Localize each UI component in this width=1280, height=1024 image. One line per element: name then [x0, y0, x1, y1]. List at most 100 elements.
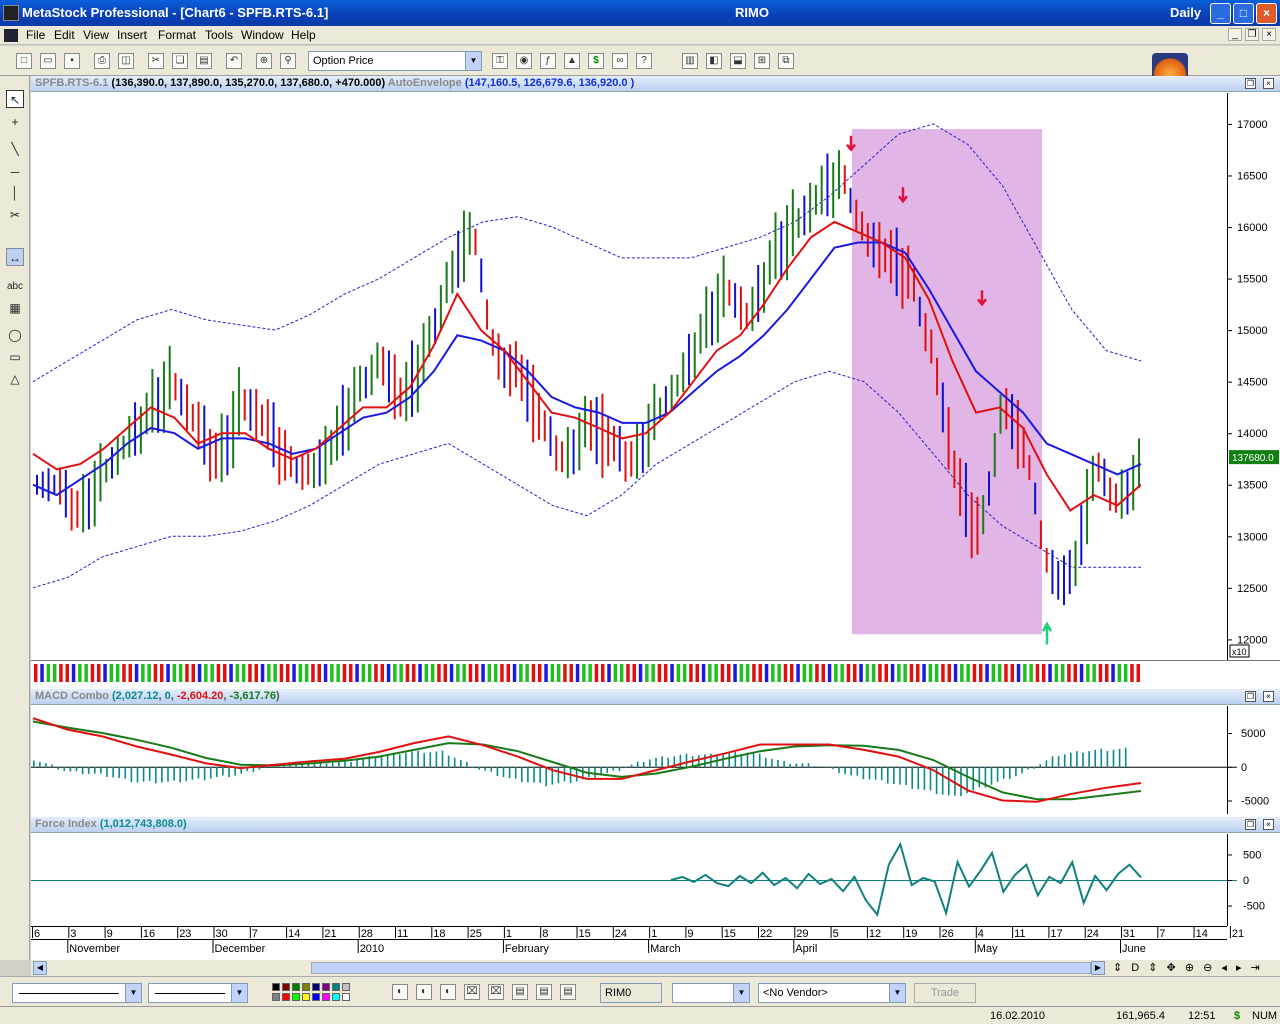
macd-restore-icon[interactable]: ❐: [1245, 691, 1256, 702]
scroll-left-button[interactable]: ◀: [33, 961, 47, 975]
trendline-icon[interactable]: ╲: [6, 140, 24, 158]
horizontal-line-icon[interactable]: ─: [6, 163, 24, 181]
panel-close-icon[interactable]: ×: [1263, 78, 1274, 89]
print-icon[interactable]: ⎙: [94, 53, 110, 69]
explorer-icon[interactable]: ◉: [516, 53, 532, 69]
tile-grid-icon[interactable]: ⊞: [754, 53, 770, 69]
arrows-icon[interactable]: ↔: [6, 248, 24, 266]
cascade-icon[interactable]: ⧉: [778, 53, 794, 69]
cross-icon[interactable]: +: [6, 113, 24, 131]
formula-icon[interactable]: ƒ: [540, 53, 556, 69]
color-swatch[interactable]: [292, 983, 300, 991]
mdi-minimize-icon[interactable]: _: [1228, 28, 1242, 41]
tile-horizontal-icon[interactable]: ⬓: [730, 53, 746, 69]
text-icon[interactable]: abc: [6, 278, 24, 296]
copy-icon[interactable]: ❏: [172, 53, 188, 69]
color-swatch[interactable]: [272, 993, 280, 1001]
vertical-line-icon[interactable]: │: [6, 184, 24, 202]
triangle-icon[interactable]: △: [6, 370, 24, 388]
dollar-icon[interactable]: $: [588, 53, 604, 69]
expert2-icon[interactable]: ⌧: [488, 984, 504, 1000]
binoculars-icon[interactable]: ∞: [612, 53, 628, 69]
layout4-icon[interactable]: ▤: [560, 984, 576, 1000]
vendor-dropdown[interactable]: <No Vendor> ▼: [758, 983, 906, 1003]
color-swatch[interactable]: [312, 993, 320, 1001]
ellipse-icon[interactable]: ◯: [6, 326, 24, 344]
macd-chart[interactable]: -5000 0 5000: [31, 706, 1280, 814]
menu-insert[interactable]: Insert: [117, 28, 147, 42]
color-swatch[interactable]: [272, 983, 280, 991]
pointer-icon[interactable]: ↖: [6, 90, 24, 108]
color-swatch[interactable]: [302, 993, 310, 1001]
macd-close-icon[interactable]: ×: [1263, 691, 1274, 702]
menu-help[interactable]: Help: [291, 28, 316, 42]
trade-button[interactable]: Trade: [914, 983, 976, 1003]
scroll-right-button[interactable]: ▶: [1091, 961, 1105, 975]
color-swatch[interactable]: [322, 993, 330, 1001]
navigation-controls[interactable]: ⇕ D ⇕ ✥ ⊕ ⊖ ◂ ▸ ⇥: [1113, 961, 1263, 974]
close-button[interactable]: ×: [1256, 3, 1277, 24]
tester-icon[interactable]: ▲: [564, 53, 580, 69]
layout3-icon[interactable]: ▤: [536, 984, 552, 1000]
help-icon[interactable]: ?: [636, 53, 652, 69]
price-chart[interactable]: 1200012500130001350014000145001500015500…: [31, 93, 1280, 660]
chevron-down-icon[interactable]: ▼: [125, 984, 141, 1002]
option-price-dropdown[interactable]: Option Price ▼: [308, 51, 482, 71]
save-icon[interactable]: ▪: [64, 53, 80, 69]
scroll-thumb[interactable]: [311, 962, 1091, 974]
tile-vertical-icon[interactable]: ◧: [706, 53, 722, 69]
color-swatch[interactable]: [282, 983, 290, 991]
chevron-down-icon[interactable]: ▼: [465, 52, 481, 70]
lock-icon[interactable]: ⚿: [492, 53, 508, 69]
new-icon[interactable]: □: [16, 53, 32, 69]
scissors-icon[interactable]: ✂: [6, 206, 24, 224]
expert-icon[interactable]: ⌧: [464, 984, 480, 1000]
minimize-button[interactable]: _: [1210, 3, 1231, 24]
color-swatch[interactable]: [342, 983, 350, 991]
maximize-button[interactable]: □: [1233, 3, 1254, 24]
layout-icon[interactable]: ▥: [682, 53, 698, 69]
chevron-down-icon[interactable]: ▼: [231, 984, 247, 1002]
rectangle-icon[interactable]: ▭: [6, 348, 24, 366]
indicator2-icon[interactable]: ◐: [416, 984, 432, 1000]
exchange-dropdown[interactable]: ▼: [672, 983, 750, 1003]
force-index-chart[interactable]: -500 0 500: [31, 834, 1280, 926]
menu-tools[interactable]: Tools: [205, 28, 233, 42]
cut-icon[interactable]: ✂: [148, 53, 164, 69]
indicator-icon[interactable]: ◐: [392, 984, 408, 1000]
crosshair-icon[interactable]: ⊕: [256, 53, 272, 69]
print-preview-icon[interactable]: ◫: [118, 53, 134, 69]
line-weight-dropdown[interactable]: ▼: [148, 983, 248, 1003]
color-swatch[interactable]: [302, 983, 310, 991]
menu-file[interactable]: File: [26, 28, 45, 42]
mdi-close-icon[interactable]: ×: [1262, 28, 1276, 41]
color-swatch[interactable]: [312, 983, 320, 991]
color-swatch[interactable]: [292, 993, 300, 1001]
menu-edit[interactable]: Edit: [54, 28, 75, 42]
indicator3-icon[interactable]: ◐: [440, 984, 456, 1000]
color-swatch[interactable]: [332, 993, 340, 1001]
undo-icon[interactable]: ↶: [226, 53, 242, 69]
menu-window[interactable]: Window: [241, 28, 284, 42]
paste-icon[interactable]: ▤: [196, 53, 212, 69]
ticker-box[interactable]: RIM0: [600, 983, 662, 1003]
grid-icon[interactable]: ▦: [6, 299, 24, 317]
menu-view[interactable]: View: [83, 28, 109, 42]
color-swatch[interactable]: [322, 983, 330, 991]
color-swatch[interactable]: [342, 993, 350, 1001]
chevron-down-icon[interactable]: ▼: [733, 984, 749, 1002]
horizontal-scrollbar[interactable]: ◀ ▶ ⇕ D ⇕ ✥ ⊕ ⊖ ◂ ▸ ⇥: [31, 960, 1280, 976]
force-restore-icon[interactable]: ❐: [1245, 819, 1256, 830]
color-swatch[interactable]: [282, 993, 290, 1001]
panel-restore-icon[interactable]: ❐: [1245, 78, 1256, 89]
open-icon[interactable]: ▭: [40, 53, 56, 69]
document-icon[interactable]: [4, 29, 18, 42]
zoom-icon[interactable]: ⚲: [280, 53, 296, 69]
mdi-restore-icon[interactable]: ❐: [1245, 28, 1259, 41]
menu-format[interactable]: Format: [158, 28, 196, 42]
chevron-down-icon[interactable]: ▼: [889, 984, 905, 1002]
layout2-icon[interactable]: ▤: [512, 984, 528, 1000]
color-swatch[interactable]: [332, 983, 340, 991]
line-style-dropdown[interactable]: ▼: [12, 983, 142, 1003]
force-close-icon[interactable]: ×: [1263, 819, 1274, 830]
